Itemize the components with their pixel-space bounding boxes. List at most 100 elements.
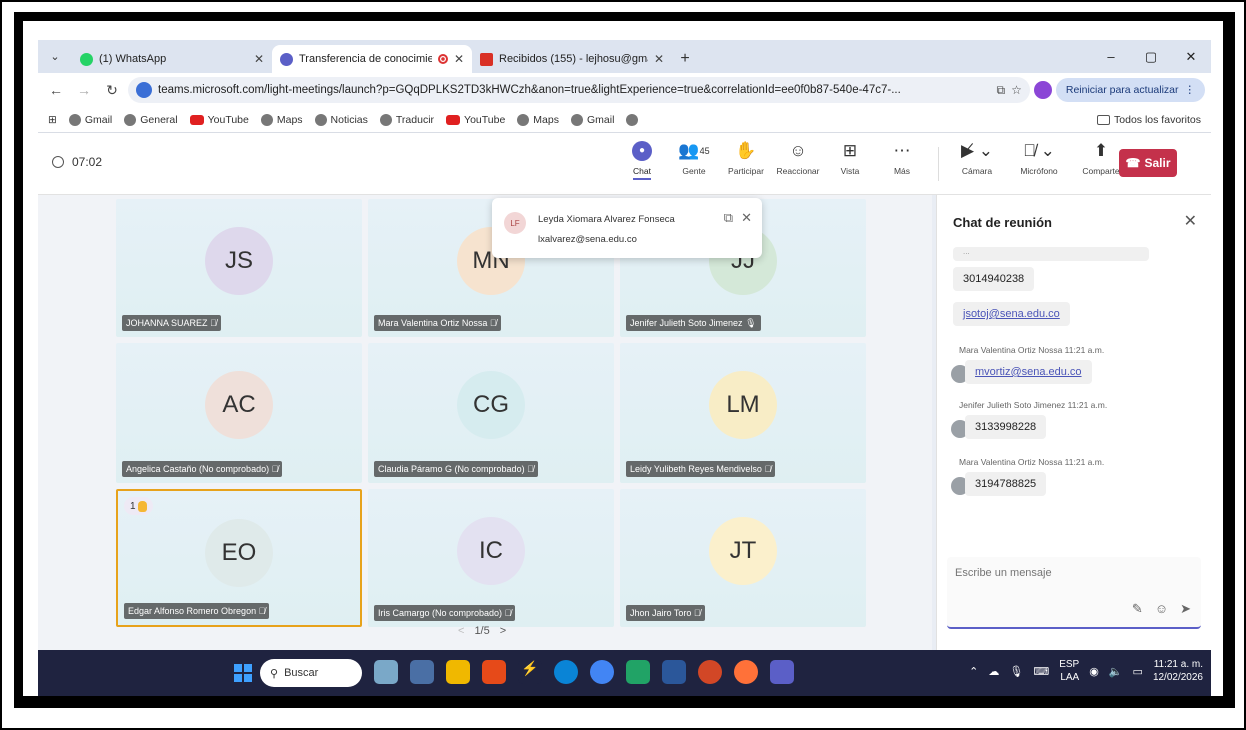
- all-bookmarks-button[interactable]: Todos los favoritos: [1097, 114, 1201, 126]
- participant-tile[interactable]: CG Claudia Páramo G (No comprobado) 🎙̸: [368, 343, 614, 483]
- bookmark-item[interactable]: Noticias: [314, 113, 368, 126]
- send-icon[interactable]: ➤: [1180, 601, 1191, 617]
- close-window-button[interactable]: ✕: [1171, 40, 1211, 73]
- address-bar[interactable]: teams.microsoft.com/light-meetings/launc…: [128, 77, 1030, 103]
- battery-icon[interactable]: ▭: [1133, 665, 1143, 678]
- start-button[interactable]: [234, 664, 252, 682]
- back-button[interactable]: ←: [44, 82, 68, 98]
- react-button[interactable]: ☺ Reaccionar: [772, 141, 824, 181]
- bookmark-item[interactable]: [626, 113, 639, 126]
- maximize-button[interactable]: ▢: [1131, 40, 1171, 73]
- close-tab-icon[interactable]: ✕: [654, 52, 664, 66]
- app-icon[interactable]: [482, 660, 506, 684]
- bookmark-item[interactable]: Maps: [517, 113, 559, 126]
- edge-icon[interactable]: [554, 660, 578, 684]
- volume-icon[interactable]: 🔈: [1109, 665, 1123, 678]
- globe-icon: [379, 113, 392, 126]
- bookmark-item[interactable]: Maps: [260, 113, 303, 126]
- bookmarks-bar: ⊞ Gmail General YouTube Maps Noticias Tr…: [38, 107, 1211, 133]
- minimize-button[interactable]: –: [1091, 40, 1131, 73]
- participant-tile-speaking[interactable]: 1 EO Edgar Alfonso Romero Obregon 🎙̸: [116, 489, 362, 627]
- globe-icon: [314, 113, 327, 126]
- prev-page-button[interactable]: <: [458, 625, 464, 637]
- close-icon[interactable]: ✕: [741, 210, 752, 226]
- restart-to-update-button[interactable]: Reiniciar para actualizar ⋮: [1055, 78, 1205, 102]
- site-info-icon[interactable]: [136, 82, 152, 98]
- participant-toast[interactable]: LF Leyda Xiomara Alvarez Fonseca lxalvar…: [492, 198, 762, 258]
- search-label: Buscar: [284, 667, 319, 679]
- mic-button[interactable]: 🎙̸ ⌄ Micrófono: [1011, 141, 1067, 181]
- word-icon[interactable]: [662, 660, 686, 684]
- taskbar-search[interactable]: ⚲ Buscar: [260, 659, 362, 687]
- new-tab-button[interactable]: +: [672, 45, 698, 73]
- firefox-icon[interactable]: [734, 660, 758, 684]
- close-tab-icon[interactable]: ✕: [454, 52, 464, 66]
- participant-name: Jenifer Julieth Soto Jimenez 🎙: [626, 315, 761, 331]
- forward-button[interactable]: →: [72, 82, 96, 98]
- mic-off-icon: 🎙̸: [527, 464, 534, 474]
- participant-tile[interactable]: JT Jhon Jairo Toro 🎙̸: [620, 489, 866, 627]
- system-tray: ⌃ ☁ 🎙 ⌨ ESP LAA ◉ 🔈 ▭ 11:21 a. m. 12/02/20…: [969, 658, 1203, 684]
- bookmark-item[interactable]: General: [124, 113, 178, 126]
- copy-icon[interactable]: ⧉: [724, 210, 733, 226]
- raise-hand-button[interactable]: ✋ Participar: [720, 141, 772, 181]
- tab-whatsapp[interactable]: (1) WhatsApp ✕: [72, 45, 272, 73]
- bookmark-item[interactable]: YouTube: [189, 114, 249, 126]
- bookmark-item[interactable]: Gmail: [570, 113, 614, 126]
- camera-button[interactable]: ▶̸ ⌄ Cámara: [949, 141, 1005, 181]
- participant-tile[interactable]: IC Iris Camargo (No comprobado) 🎙̸: [368, 489, 614, 627]
- lang-primary: ESP: [1059, 659, 1080, 670]
- language-indicator[interactable]: ESP LAA: [1059, 658, 1079, 684]
- clock[interactable]: 11:21 a. m. 12/02/2026: [1153, 658, 1203, 684]
- participant-tile[interactable]: AC Angelica Castaño (No comprobado) 🎙̸: [116, 343, 362, 483]
- close-tab-icon[interactable]: ✕: [254, 52, 264, 66]
- bookmark-label: Traducir: [395, 113, 435, 126]
- mic-tray-icon[interactable]: 🎙: [1009, 665, 1023, 678]
- tab-gmail[interactable]: Recibidos (155) - lejhosu@gma ✕: [472, 45, 672, 73]
- tab-search-button[interactable]: ⌄: [38, 40, 72, 73]
- chat-message-link[interactable]: mvortiz@sena.edu.co: [965, 360, 1092, 384]
- task-view-icon[interactable]: [410, 660, 434, 684]
- globe-icon: [124, 113, 137, 126]
- close-chat-button[interactable]: ✕: [1184, 211, 1197, 231]
- chat-button[interactable]: ● Chat: [616, 141, 668, 181]
- participant-tile[interactable]: LM Leidy Yulibeth Reyes Mendivelso 🎙̸: [620, 343, 866, 483]
- name-text: Mara Valentina Ortiz Nossa: [378, 318, 488, 328]
- mic-off-icon: 🎙̸: [489, 318, 497, 328]
- powerpoint-icon[interactable]: [698, 660, 722, 684]
- wifi-icon[interactable]: ◉: [1089, 665, 1099, 678]
- bookmark-item[interactable]: Gmail: [68, 113, 112, 126]
- profile-avatar[interactable]: [1033, 81, 1052, 99]
- message-input[interactable]: [955, 567, 1185, 579]
- bookmark-item[interactable]: Traducir: [379, 113, 435, 126]
- view-button[interactable]: ⊞ Vista: [824, 141, 876, 181]
- name-text: JOHANNA SUAREZ: [126, 318, 208, 328]
- file-explorer-icon[interactable]: [446, 660, 470, 684]
- chevron-up-icon[interactable]: ⌃: [969, 665, 978, 678]
- mic-off-icon: 🎙̸: [693, 608, 701, 618]
- more-button[interactable]: ⋯ Más: [876, 141, 928, 181]
- bookmark-item[interactable]: YouTube: [446, 114, 505, 126]
- leave-button[interactable]: ☎ Salir: [1119, 149, 1177, 177]
- avatar: AC: [205, 371, 273, 439]
- chrome-icon[interactable]: [590, 660, 614, 684]
- excel-icon[interactable]: [626, 660, 650, 684]
- keyboard-icon[interactable]: ⌨: [1033, 665, 1049, 678]
- next-page-button[interactable]: >: [500, 625, 506, 637]
- emoji-icon[interactable]: ☺: [1155, 601, 1168, 617]
- participant-tile[interactable]: JS JOHANNA SUAREZ 🎙̸: [116, 199, 362, 337]
- people-button[interactable]: 👥 45 Gente: [668, 141, 720, 181]
- teams-icon[interactable]: [770, 660, 794, 684]
- chat-message-link[interactable]: jsotoj@sena.edu.co: [953, 302, 1070, 326]
- raised-hand-icon: [137, 500, 147, 512]
- cloud-icon[interactable]: ☁: [988, 665, 999, 678]
- apps-grid-icon[interactable]: ⊞: [48, 114, 57, 126]
- translate-icon[interactable]: ⧉: [997, 83, 1006, 98]
- app-icon[interactable]: ⚡: [518, 660, 542, 684]
- reload-button[interactable]: ↻: [100, 82, 124, 99]
- tab-teams[interactable]: Transferencia de conocimie ✕: [272, 45, 472, 73]
- widgets-icon[interactable]: [374, 660, 398, 684]
- format-icon[interactable]: ✎: [1132, 601, 1143, 617]
- bookmark-star-icon[interactable]: ☆: [1011, 83, 1022, 97]
- globe-icon: [260, 113, 273, 126]
